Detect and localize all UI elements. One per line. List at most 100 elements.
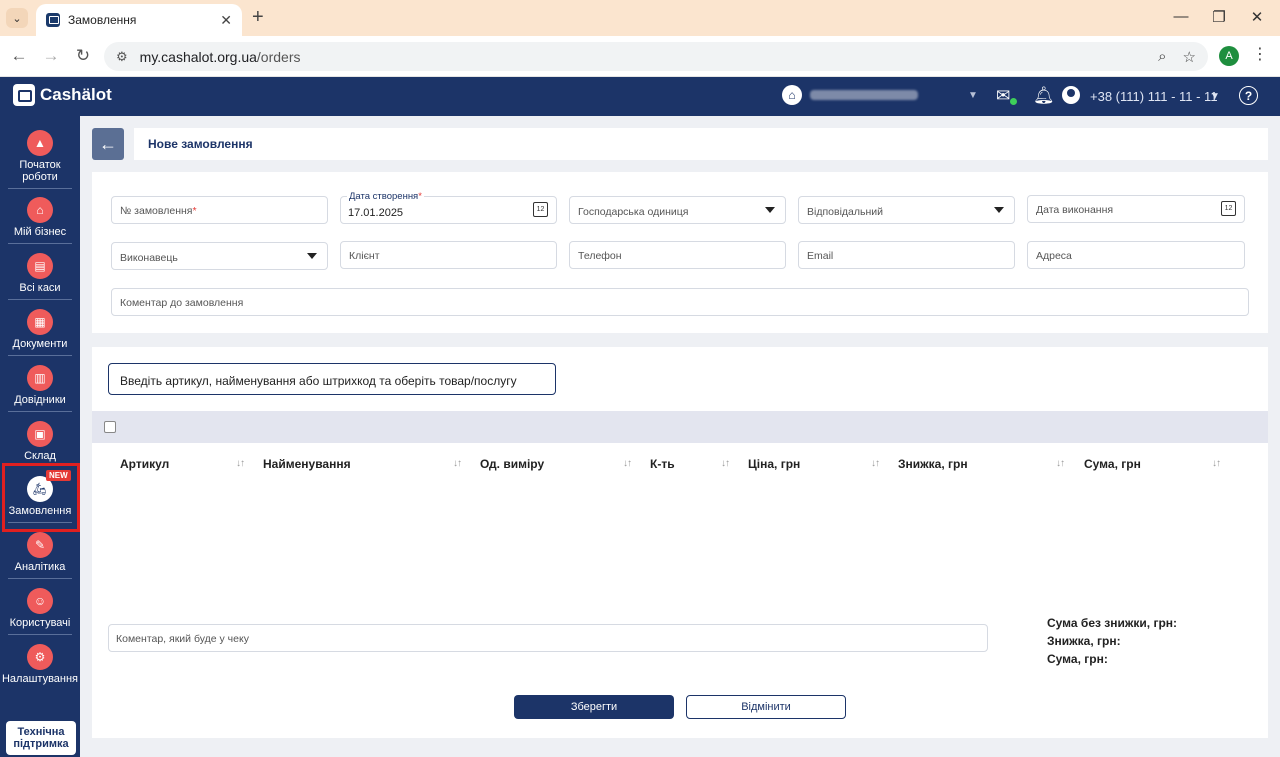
order-items-card: Введіть артикул, найменування або штрихк… <box>92 347 1268 738</box>
arrow-left-icon: ← <box>99 133 117 154</box>
sidebar-item-my-business[interactable]: ⌂ Мій бізнес <box>0 197 80 238</box>
sidebar-item-documents[interactable]: ▦ Документи <box>0 309 80 350</box>
sidebar-divider <box>8 411 72 412</box>
warehouse-icon: ▣ <box>27 421 53 447</box>
calendar-icon[interactable]: 12 <box>533 202 548 217</box>
browser-menu-icon[interactable]: ⋮ <box>1252 44 1268 64</box>
sidebar-item-label: Налаштування <box>1 673 79 685</box>
company-name-blurred <box>810 90 918 100</box>
tab-close-icon[interactable]: ✕ <box>220 12 232 29</box>
sidebar-item-warehouse[interactable]: ▣ Склад <box>0 421 80 462</box>
discount-label: Знижка, грн: <box>1047 634 1121 648</box>
sort-icon[interactable]: ↓↑ <box>871 458 880 469</box>
column-header-sku[interactable]: Артикул <box>120 457 169 471</box>
support-button[interactable]: Технічна підтримка <box>6 721 76 755</box>
window-close-icon[interactable]: ✕ <box>1242 8 1272 26</box>
order-comment-field[interactable]: Коментар до замовлення <box>111 288 1249 316</box>
url-bar[interactable]: ⚙ my.cashalot.org.ua/orders ⌕ ☆ <box>104 42 1208 71</box>
browser-tab-orders[interactable]: Замовлення ✕ <box>36 4 242 36</box>
column-header-unit[interactable]: Од. виміру <box>480 457 544 471</box>
phone-field[interactable]: Телефон <box>569 241 786 269</box>
user-icon[interactable] <box>1062 86 1080 104</box>
sidebar-item-directories[interactable]: ▥ Довідники <box>0 365 80 406</box>
client-placeholder: Клієнт <box>349 250 380 262</box>
user-menu-chevron-icon[interactable]: ▼ <box>1210 91 1220 102</box>
business-unit-placeholder: Господарська одиниця <box>578 206 689 218</box>
receipt-comment-field[interactable]: Коментар, який буде у чеку <box>108 624 988 652</box>
maximize-icon[interactable]: ❐ <box>1204 8 1234 26</box>
column-header-sum[interactable]: Сума, грн <box>1084 457 1141 471</box>
calendar-icon[interactable]: 12 <box>1221 201 1236 216</box>
column-header-name[interactable]: Найменування <box>263 457 351 471</box>
due-date-field[interactable]: Дата виконання 12 <box>1027 195 1245 223</box>
sort-icon[interactable]: ↓↑ <box>1212 458 1221 469</box>
executor-select[interactable]: Виконавець <box>111 242 328 270</box>
user-phone[interactable]: +38 (111) 111 - 11 - 11 <box>1090 89 1218 104</box>
created-date-field[interactable]: Дата створення* 17.01.2025 12 <box>340 191 557 224</box>
dropdown-arrow-icon <box>994 207 1004 213</box>
home-icon: ⌂ <box>27 197 53 223</box>
sort-icon[interactable]: ↓↑ <box>1056 458 1065 469</box>
sidebar-divider <box>8 188 72 189</box>
column-header-discount[interactable]: Знижка, грн <box>898 457 968 471</box>
created-date-label: Дата створення* <box>347 191 424 202</box>
browser-tabstrip: ⌄ Замовлення ✕ + — ❐ ✕ <box>0 0 1280 36</box>
select-all-checkbox[interactable] <box>104 421 116 433</box>
order-number-field[interactable]: № замовлення* <box>111 196 328 224</box>
page-title: Нове замовлення <box>148 137 253 151</box>
sidebar-item-label: Аналітика <box>14 561 66 573</box>
sidebar-item-settings[interactable]: ⚙ Налаштування <box>0 644 80 685</box>
column-header-quantity[interactable]: К-ть <box>650 457 675 471</box>
sidebar-divider <box>8 299 72 300</box>
due-date-placeholder: Дата виконання <box>1036 204 1114 216</box>
book-icon: ▥ <box>27 365 53 391</box>
browser-toolbar: ← → ↻ ⚙ my.cashalot.org.ua/orders ⌕ ☆ A … <box>0 36 1280 77</box>
zoom-icon[interactable]: ⌕ <box>1158 48 1166 65</box>
email-field[interactable]: Email <box>798 241 1015 269</box>
business-unit-select[interactable]: Господарська одиниця <box>569 196 786 224</box>
sidebar-divider <box>8 243 72 244</box>
mail-icon[interactable]: ✉ <box>996 86 1010 106</box>
sidebar-item-label: Мій бізнес <box>13 226 67 238</box>
sidebar-item-getting-started[interactable]: ▲ Початок роботи <box>0 130 80 183</box>
reload-icon[interactable]: ↻ <box>72 46 94 66</box>
back-arrow-icon[interactable]: ← <box>8 46 30 66</box>
home-icon: ⌂ <box>782 85 802 105</box>
register-icon: ▤ <box>27 253 53 279</box>
order-totals: Сума без знижки, грн: Знижка, грн: Сума,… <box>1047 614 1177 668</box>
sort-icon[interactable]: ↓↑ <box>721 458 730 469</box>
dropdown-arrow-icon <box>307 253 317 259</box>
bell-icon[interactable]: 🔔︎ <box>1033 86 1055 106</box>
sort-icon[interactable]: ↓↑ <box>623 458 632 469</box>
new-tab-icon[interactable]: + <box>252 6 264 29</box>
forward-arrow-icon[interactable]: → <box>40 46 62 66</box>
email-placeholder: Email <box>807 250 834 262</box>
address-field[interactable]: Адреса <box>1027 241 1245 269</box>
cancel-button[interactable]: Відмінити <box>686 695 846 719</box>
url-text: my.cashalot.org.ua/orders <box>139 48 301 65</box>
help-icon[interactable]: ? <box>1239 86 1258 105</box>
column-header-price[interactable]: Ціна, грн <box>748 457 800 471</box>
profile-avatar[interactable]: A <box>1219 46 1239 66</box>
responsible-select[interactable]: Відповідальний <box>798 196 1015 224</box>
sidebar: ▲ Початок роботи ⌂ Мій бізнес ▤ Всі каси… <box>0 116 80 757</box>
bookmark-star-icon[interactable]: ☆ <box>1183 48 1196 66</box>
cashalot-logo[interactable]: Cashälot <box>13 84 112 106</box>
sidebar-item-registers[interactable]: ▤ Всі каси <box>0 253 80 294</box>
save-button[interactable]: Зберегти <box>514 695 674 719</box>
site-settings-icon[interactable]: ⚙ <box>116 49 128 65</box>
sort-icon[interactable]: ↓↑ <box>236 458 245 469</box>
sidebar-item-users[interactable]: ☺ Користувачі <box>0 588 80 629</box>
sidebar-item-analytics[interactable]: ✎ Аналітика <box>0 532 80 573</box>
sidebar-item-label: Довідники <box>14 394 66 406</box>
back-button[interactable]: ← <box>92 128 124 160</box>
page-header: ← Нове замовлення <box>92 128 1268 160</box>
tab-search-menu-icon[interactable]: ⌄ <box>6 8 28 28</box>
client-field[interactable]: Клієнт <box>340 241 557 269</box>
sort-icon[interactable]: ↓↑ <box>453 458 462 469</box>
order-form: № замовлення* Дата створення* 17.01.2025… <box>92 172 1268 333</box>
company-selector[interactable]: ⌂ ▼ <box>782 85 978 105</box>
app-header: Cashälot ⌂ ▼ ✉ 🔔︎ +38 (111) 111 - 11 - 1… <box>0 77 1280 116</box>
minimize-icon[interactable]: — <box>1166 8 1196 25</box>
product-search-input[interactable]: Введіть артикул, найменування або штрихк… <box>108 363 556 395</box>
